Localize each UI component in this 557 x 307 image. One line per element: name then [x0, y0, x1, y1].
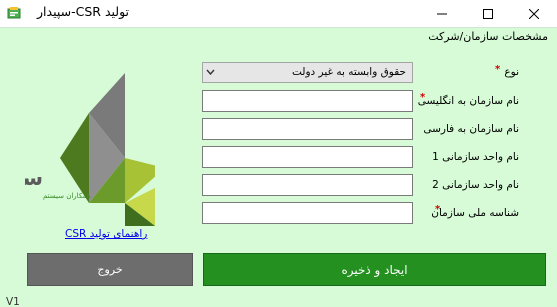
logo-brand-text: سپیدار	[25, 166, 43, 190]
org-name-fa-input[interactable]	[202, 118, 413, 140]
national-id-input[interactable]	[202, 202, 413, 224]
national-id-label: شناسه ملی سازمان	[431, 207, 519, 219]
chevron-down-icon	[206, 69, 215, 75]
maximize-button[interactable]	[465, 0, 511, 27]
sepidar-logo: سپیدار همکاران سیستم	[25, 73, 155, 226]
close-button[interactable]	[511, 0, 557, 27]
version-label: V1	[6, 296, 20, 307]
app-icon	[7, 7, 21, 19]
minimize-icon	[437, 13, 447, 14]
unit1-input[interactable]	[202, 146, 413, 168]
type-label: نوع	[504, 66, 519, 78]
org-name-en-label: نام سازمان به انگلیسی	[417, 95, 519, 107]
org-name-en-required-mark: *	[420, 92, 426, 103]
create-save-button[interactable]: ایجاد و ذخیره	[203, 253, 546, 286]
national-id-required-mark: *	[435, 204, 441, 215]
close-icon	[529, 8, 539, 19]
unit2-input[interactable]	[202, 174, 413, 196]
main-panel: مشخصات سازمان/شرکت سپیدار همکاران سیستم …	[0, 27, 557, 307]
unit2-label: نام واحد سازمانی 2	[432, 179, 519, 191]
org-name-fa-label: نام سازمان به فارسی	[423, 123, 519, 135]
type-select[interactable]: حقوق وابسته به غیر دولت	[202, 62, 413, 83]
logo-tagline-text: همکاران سیستم	[43, 192, 91, 200]
maximize-icon	[483, 8, 493, 19]
unit1-label: نام واحد سازمانی 1	[432, 151, 519, 163]
minimize-button[interactable]	[419, 0, 465, 27]
window-title: تولید CSR-سپیدار	[37, 4, 130, 19]
exit-button[interactable]: خروج	[27, 253, 193, 286]
csr-guide-link[interactable]: راهنمای تولید CSR	[65, 228, 147, 240]
org-name-en-input[interactable]	[202, 90, 413, 112]
group-title: مشخصات سازمان/شرکت	[428, 30, 548, 43]
type-select-value: حقوق وابسته به غیر دولت	[291, 66, 406, 78]
title-bar: تولید CSR-سپیدار	[0, 0, 557, 27]
type-required-mark: *	[495, 64, 501, 75]
